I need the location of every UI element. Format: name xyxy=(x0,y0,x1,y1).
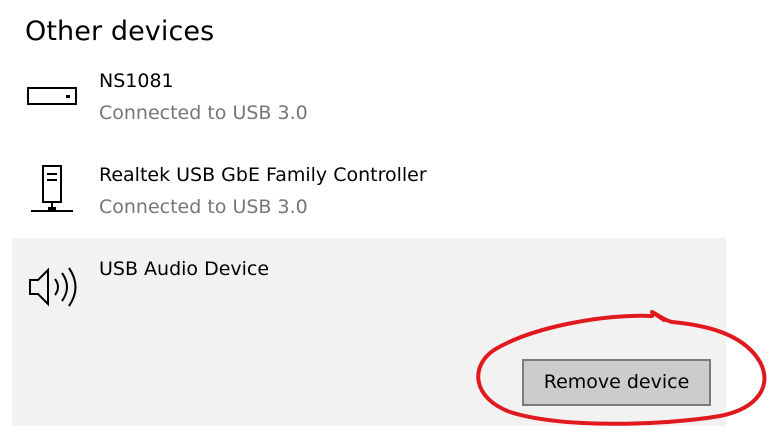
speaker-icon xyxy=(22,264,82,314)
network-adapter-icon xyxy=(22,162,82,228)
device-item-usb-audio[interactable]: USB Audio Device Remove device xyxy=(12,238,726,426)
device-name: NS1081 xyxy=(99,70,174,92)
device-item-realtek[interactable]: Realtek USB GbE Family Controller Connec… xyxy=(12,156,726,236)
device-name: USB Audio Device xyxy=(99,258,270,280)
remove-device-button[interactable]: Remove device xyxy=(522,359,711,406)
device-status: Connected to USB 3.0 xyxy=(99,196,308,218)
section-title: Other devices xyxy=(25,16,215,47)
drive-icon xyxy=(22,84,82,118)
device-name: Realtek USB GbE Family Controller xyxy=(99,164,427,186)
bluetooth-devices-page: { "section": { "title": "Other devices" … xyxy=(0,0,772,441)
device-item-ns1081[interactable]: NS1081 Connected to USB 3.0 xyxy=(12,62,726,142)
device-status: Connected to USB 3.0 xyxy=(99,102,308,124)
